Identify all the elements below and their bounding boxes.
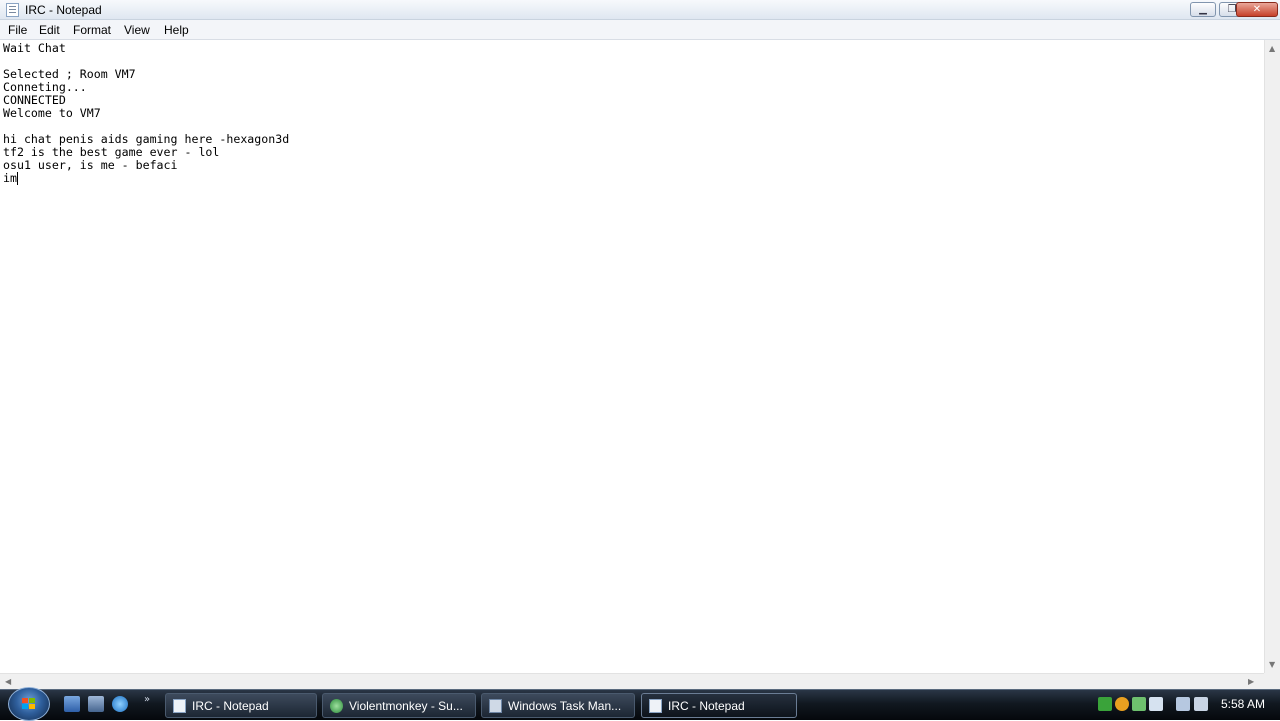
text-editor-area[interactable]: Wait Chat Selected ; Room VM7 Conneting.…: [0, 40, 1264, 673]
clock[interactable]: 5:58 AM: [1221, 697, 1265, 711]
taskbar-button-label: Violentmonkey - Su...: [349, 699, 463, 713]
scrollbar-corner: [1264, 673, 1280, 689]
taskbar-button-irc-notepad[interactable]: IRC - Notepad: [165, 693, 317, 718]
editor-line: Welcome to VM7: [3, 106, 101, 120]
editor-line: Wait Chat: [3, 41, 66, 55]
windows-logo-icon: [22, 698, 36, 710]
volume-muted-icon[interactable]: [1194, 697, 1208, 711]
text-caret: [16, 172, 18, 185]
menu-bar: File Edit Format View Help: [0, 20, 1280, 40]
taskbar-button-label: Windows Task Man...: [508, 699, 622, 713]
taskbar-button-label: IRC - Notepad: [668, 699, 745, 713]
browser-icon: [330, 699, 343, 713]
scroll-left-icon[interactable]: ◀: [5, 677, 11, 686]
minimize-button[interactable]: ▁: [1190, 2, 1216, 17]
quicklaunch-overflow-icon[interactable]: »: [144, 694, 150, 705]
editor-line-text: im: [3, 171, 17, 185]
taskbar-button-task-manager[interactable]: Windows Task Man...: [481, 693, 635, 718]
start-button[interactable]: [8, 687, 50, 721]
scroll-up-icon[interactable]: ▲: [1269, 44, 1275, 53]
editor-line: osu1 user, is me - befaci: [3, 158, 178, 172]
remove-hardware-icon[interactable]: [1149, 697, 1163, 711]
menu-edit[interactable]: Edit: [39, 23, 60, 37]
notepad-icon: [173, 699, 186, 713]
notepad-icon: [6, 3, 19, 17]
task-manager-icon: [489, 699, 502, 713]
network-icon[interactable]: [1176, 697, 1190, 711]
editor-last-line: im: [3, 172, 18, 185]
notepad-window: IRC - Notepad ▁ ❐ ✕ File Edit Format Vie…: [0, 0, 1280, 689]
menu-file[interactable]: File: [8, 23, 27, 37]
scroll-down-icon[interactable]: ▼: [1269, 660, 1275, 669]
security-shield-icon[interactable]: [1115, 697, 1129, 711]
internet-explorer-icon[interactable]: [112, 696, 128, 712]
horizontal-scrollbar[interactable]: ◀ ▶: [0, 673, 1264, 689]
vertical-scrollbar[interactable]: ▲ ▼: [1264, 40, 1280, 673]
taskbar-button-violentmonkey[interactable]: Violentmonkey - Su...: [322, 693, 476, 718]
scroll-right-icon[interactable]: ▶: [1248, 677, 1254, 686]
window-title: IRC - Notepad: [25, 3, 102, 17]
menu-format[interactable]: Format: [73, 23, 111, 37]
taskbar-button-irc-notepad-active[interactable]: IRC - Notepad: [641, 693, 797, 718]
battery-icon[interactable]: [1098, 697, 1112, 711]
menu-view[interactable]: View: [124, 23, 150, 37]
title-bar[interactable]: IRC - Notepad ▁ ❐ ✕: [0, 0, 1280, 20]
notepad-icon: [649, 699, 662, 713]
show-desktop-icon[interactable]: [64, 696, 80, 712]
switch-windows-icon[interactable]: [88, 696, 104, 712]
close-button[interactable]: ✕: [1236, 2, 1278, 17]
app-tray-icon[interactable]: [1132, 697, 1146, 711]
taskbar: » IRC - Notepad Violentmonkey - Su... Wi…: [0, 687, 1280, 721]
menu-help[interactable]: Help: [164, 23, 189, 37]
taskbar-button-label: IRC - Notepad: [192, 699, 269, 713]
